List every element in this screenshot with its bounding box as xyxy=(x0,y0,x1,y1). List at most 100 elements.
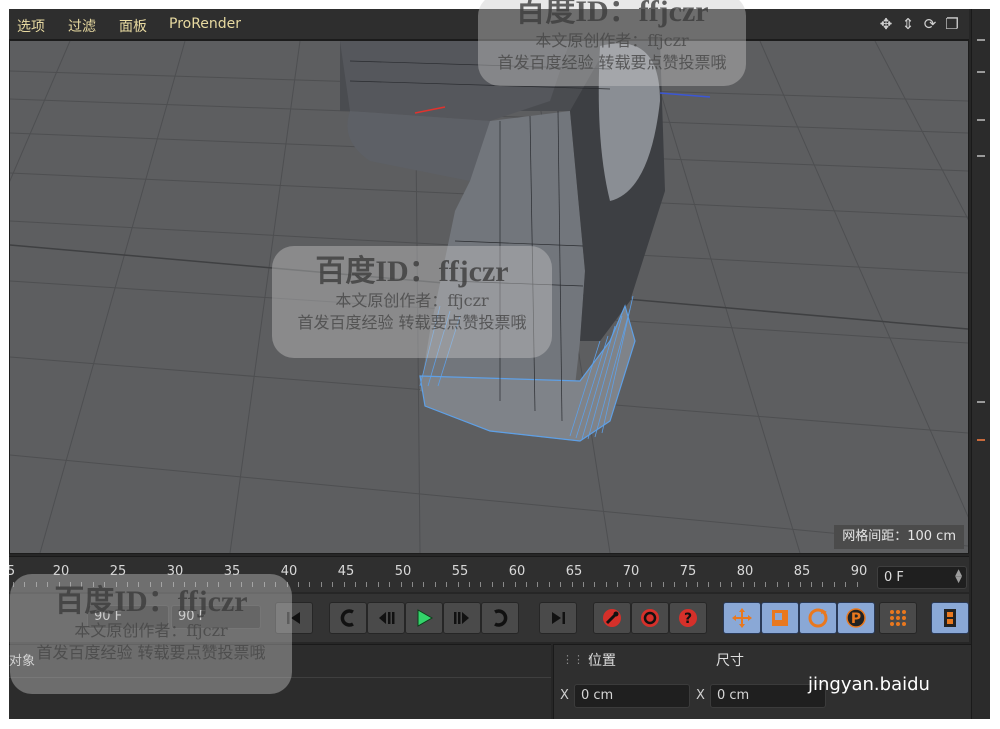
max-frame-field[interactable]: 90 F xyxy=(171,605,261,629)
timeline-tick-label: 30 xyxy=(166,564,184,579)
timeline-tick-label: 35 xyxy=(223,564,241,579)
timeline-tick xyxy=(856,582,858,587)
3d-viewport[interactable]: 网格间距：100 cm xyxy=(9,40,969,554)
timeline-tick xyxy=(24,582,26,587)
keyframe-selection-button[interactable]: ? xyxy=(669,602,707,634)
timeline-tick xyxy=(811,582,812,587)
position-x-field[interactable]: 0 cm xyxy=(574,684,690,708)
timeline-tick xyxy=(537,582,539,587)
timeline-tick-label: 85 xyxy=(793,564,811,579)
3d-object[interactable] xyxy=(340,41,665,442)
timeline-tick-label: 65 xyxy=(565,564,583,579)
previous-key-icon xyxy=(340,609,354,627)
previous-frame-icon xyxy=(379,612,395,624)
timeline-tick xyxy=(229,582,231,587)
timeline-tick xyxy=(754,582,755,587)
strip-handle[interactable] xyxy=(977,71,985,73)
timeline-tick xyxy=(491,582,493,587)
previous-key-button[interactable] xyxy=(329,602,367,634)
strip-handle[interactable] xyxy=(977,39,985,41)
current-frame-value: 0 F xyxy=(884,570,904,585)
strip-handle[interactable] xyxy=(977,119,985,121)
viewport-scene xyxy=(10,41,968,553)
next-key-button[interactable] xyxy=(481,602,519,634)
transport-toolbar: 90 F 90 F ? P xyxy=(9,594,969,642)
point-level-button[interactable] xyxy=(879,602,917,634)
question-icon: ? xyxy=(679,609,697,627)
strip-handle[interactable] xyxy=(977,439,985,441)
timeline-tick xyxy=(594,582,596,587)
move-view-icon[interactable]: ✥ xyxy=(877,15,895,33)
menu-prorender[interactable]: ProRender xyxy=(169,16,241,32)
timeline-ruler[interactable]: 5 20 25 30 35 40 45 50 55 60 65 70 75 80 85 90 xyxy=(9,557,875,593)
timeline-tick xyxy=(423,582,425,587)
timeline-tick xyxy=(651,582,653,587)
go-to-start-button[interactable] xyxy=(275,602,313,634)
strip-handle[interactable] xyxy=(977,155,985,157)
play-icon xyxy=(417,609,434,627)
timeline-tick xyxy=(628,582,630,587)
timeline-tick xyxy=(366,582,368,587)
record-keys-button[interactable] xyxy=(593,602,631,634)
timeline-tick xyxy=(776,582,778,587)
next-key-icon xyxy=(494,609,508,627)
rotate-view-icon[interactable]: ⟳ xyxy=(921,15,939,33)
timeline-tick xyxy=(149,582,151,587)
timeline-tick xyxy=(332,582,334,587)
viewport-menu-bar: 选项 过滤 面板 ProRender ✥ ⇕ ⟳ ❐ xyxy=(9,9,969,40)
timeline-tick xyxy=(697,582,698,587)
right-panel-strip xyxy=(971,9,990,719)
panel-divider xyxy=(9,677,551,678)
timeline-tick xyxy=(583,582,584,587)
previous-frame-button[interactable] xyxy=(367,602,405,634)
object-tab[interactable]: 对象 xyxy=(9,650,49,674)
position-key-button[interactable] xyxy=(723,602,761,634)
scale-key-button[interactable] xyxy=(761,602,799,634)
timeline-tick xyxy=(58,582,60,587)
timeline-tick-label: 80 xyxy=(736,564,754,579)
menu-options[interactable]: 选项 xyxy=(17,16,45,36)
timeline-tick-label: 60 xyxy=(508,564,526,579)
timeline-tick xyxy=(719,582,721,587)
watermark-site: jingyan.baidu xyxy=(808,674,930,695)
go-to-end-button[interactable] xyxy=(539,602,577,634)
parameter-key-button[interactable]: P xyxy=(837,602,875,634)
timeline-tick xyxy=(799,582,801,587)
timeline-tick xyxy=(548,582,550,587)
film-scheme-button[interactable] xyxy=(931,602,969,634)
menu-filter[interactable]: 过滤 xyxy=(68,16,96,36)
axis-x-label: X xyxy=(560,688,569,703)
film-strip-icon xyxy=(944,609,956,627)
timeline-tick xyxy=(412,582,413,587)
scale-icon xyxy=(772,610,788,626)
strip-handle[interactable] xyxy=(977,401,985,403)
timeline-tick xyxy=(127,582,128,587)
timeline-tick xyxy=(298,582,299,587)
timeline-tick xyxy=(70,582,71,587)
timeline-tick xyxy=(822,582,824,587)
menu-panel[interactable]: 面板 xyxy=(119,16,147,36)
timeline-tick-label: 50 xyxy=(394,564,412,579)
size-header: 尺寸 xyxy=(716,653,744,669)
play-forward-button[interactable] xyxy=(405,602,443,634)
key-record-icon xyxy=(603,609,621,627)
dolly-icon[interactable]: ⇕ xyxy=(899,15,917,33)
spinner-arrows-icon[interactable]: ▲ ▼ xyxy=(955,569,962,585)
timeline-tick xyxy=(731,582,733,587)
next-frame-button[interactable] xyxy=(443,602,481,634)
max-frame-value: 90 F xyxy=(178,609,207,624)
timeline-tick xyxy=(503,582,505,587)
toggle-view-icon[interactable]: ❐ xyxy=(943,15,961,33)
min-frame-field[interactable]: 90 F xyxy=(87,605,169,629)
rotation-key-button[interactable] xyxy=(799,602,837,634)
timeline-tick xyxy=(252,582,254,587)
autokey-button[interactable] xyxy=(631,602,669,634)
grid-spacing-readout: 网格间距：100 cm xyxy=(834,525,964,549)
timeline[interactable]: 5 20 25 30 35 40 45 50 55 60 65 70 75 80 85 90 0 F ▲ ▼ xyxy=(9,556,969,592)
min-frame-value: 90 F xyxy=(94,609,123,624)
current-frame-field[interactable]: 0 F ▲ ▼ xyxy=(877,566,967,589)
timeline-tick xyxy=(560,582,562,587)
go-to-start-icon xyxy=(287,612,300,624)
timeline-tick xyxy=(640,582,641,587)
timeline-tick xyxy=(13,582,14,587)
